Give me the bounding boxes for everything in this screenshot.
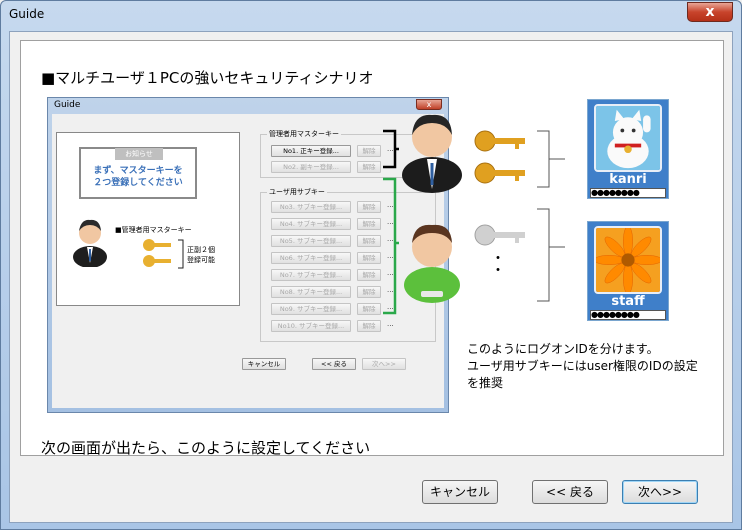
client-area: ■マルチユーザ１PCの強いセキュリティシナリオ Guide x お知らせ まず、… [9,31,733,523]
mini-next-button: 次へ>> [362,358,406,370]
mini-sub-register: No5. サブキー登録... [271,235,351,247]
mini-sub-register: No3. サブキー登録... [271,201,351,213]
close-button[interactable]: x [687,2,733,22]
mini-sub-register: No7. サブキー登録... [271,269,351,281]
guide-image-panel: ■マルチユーザ１PCの強いセキュリティシナリオ Guide x お知らせ まず、… [20,40,724,457]
page-heading: ■マルチユーザ１PCの強いセキュリティシナリオ [41,69,374,87]
description-text: このようにログオンIDを分けます。 ユーザ用サブキーにはuser権限のIDの設定… [467,341,737,392]
user-name-kanri: kanri [609,172,647,187]
master-bracket [383,129,399,169]
mini-cancel-button: キャンセル [242,358,286,370]
mini-sub-remove: 解除 [357,320,381,332]
mini-dots: ... [387,320,394,328]
mini-admin-avatar-icon [73,219,107,267]
mini-key-bracket [178,239,184,269]
mini-sub-register: No10. サブキー登録... [271,320,351,332]
mini-sub-remove: 解除 [357,252,381,264]
notice-line: ２つ登録してください [93,178,183,188]
mini-sub-register: No6. サブキー登録... [271,252,351,264]
mini-sub-remove: 解除 [357,235,381,247]
mini-key-note-1: 正副２個 [187,246,215,254]
lucky-cat-icon [594,104,662,172]
mini-sub-register: No8. サブキー登録... [271,286,351,298]
mini-sub-remove: 解除 [357,303,381,315]
gold-keys-icon [474,130,525,184]
mini-back-button: << 戻る [312,358,356,370]
kanri-bracket [537,130,565,188]
mini-key-note-2: 登録可能 [187,256,215,264]
staff-bracket [537,208,565,302]
mini-sub-remove: 解除 [357,286,381,298]
mini-sub-group-title: ユーザ用サブキー [267,187,327,197]
title-bar[interactable]: Guide x [1,1,741,31]
window-title: Guide [9,7,45,21]
cancel-button[interactable]: キャンセル [422,480,498,504]
user-name-staff: staff [611,294,645,309]
admin-avatar-icon [402,114,462,193]
notice-text: まず、マスターキーを ２つ登録してください [81,165,195,189]
mini-remove-2: 解除 [357,161,381,173]
description-line: を推奨 [467,376,504,390]
mini-remove-1: 解除 [357,145,381,157]
user-password-staff: ●●●●●●●● [590,310,666,320]
mini-master-register-2: No2. 副キー登録... [271,161,351,173]
orange-flower-icon [594,226,662,294]
guide-window: Guide x ■マルチユーザ１PCの強いセキュリティシナリオ Guide x … [0,0,742,530]
user-password-kanri: ●●●●●●●● [590,188,666,198]
user-avatar-icon [404,224,460,303]
mini-sub-remove: 解除 [357,218,381,230]
next-button[interactable]: 次へ>> [622,480,698,504]
sub-bracket [383,177,399,315]
user-card-kanri: kanri ●●●●●●●● [587,99,669,199]
more-keys-ellipsis: ・ ・ [491,251,505,279]
mini-sub-register: No9. サブキー登録... [271,303,351,315]
mini-dialog-title: Guide [54,100,81,110]
back-button[interactable]: << 戻る [532,480,608,504]
mini-master-group-title: 管理者用マスターキー [267,129,341,139]
description-line: このようにログオンIDを分けます。 [467,342,659,356]
mini-sub-remove: 解除 [357,269,381,281]
mini-instruction-panel: お知らせ まず、マスターキーを ２つ登録してください ■管理者用マスターキー 正… [56,132,240,306]
mini-master-label: ■管理者用マスターキー [115,226,192,234]
description-line: ユーザ用サブキーにはuser権限のIDの設定 [467,359,698,373]
notice-box: お知らせ まず、マスターキーを ２つ登録してください [79,147,197,199]
mini-master-register-1: No1. 正キー登録... [271,145,351,157]
notice-title: お知らせ [115,148,163,160]
gray-key-icon [474,224,525,246]
mini-gold-keys-icon [143,239,171,267]
mini-sub-remove: 解除 [357,201,381,213]
instruction-text: 次の画面が出たら、このように設定してください [41,439,371,457]
notice-line: まず、マスターキーを [93,166,183,176]
user-card-staff: staff ●●●●●●●● [587,221,669,321]
mini-sub-register: No4. サブキー登録... [271,218,351,230]
